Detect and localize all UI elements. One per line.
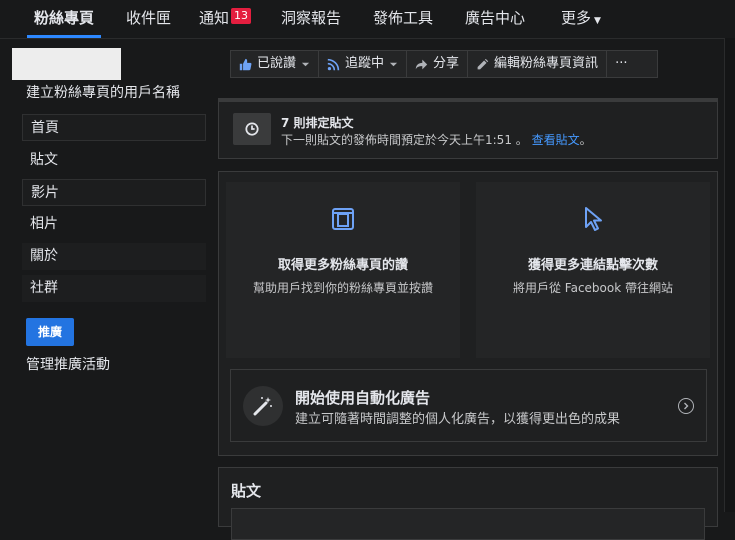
- create-post-box[interactable]: [231, 508, 705, 540]
- pencil-icon: [477, 58, 489, 69]
- automated-ads-title: 開始使用自動化廣告: [295, 389, 431, 407]
- tab-publishing-tools[interactable]: 發佈工具: [373, 0, 433, 38]
- chevron-down-icon: [301, 62, 310, 66]
- cursor-pointer-icon: [585, 207, 602, 231]
- scheduled-posts-title: 7 則排定貼文: [281, 116, 354, 130]
- page-username[interactable]: 建立粉絲專頁的用戶名稱: [26, 82, 180, 102]
- liked-button[interactable]: 已說讚: [231, 51, 320, 77]
- share-arrow-icon: [415, 59, 428, 69]
- sidebar-item-about[interactable]: 關於: [22, 243, 206, 270]
- rss-feed-icon: [327, 58, 340, 70]
- suggestion-card-link-clicks[interactable]: 獲得更多連結點擊次數 將用戶從 Facebook 帶往網站: [476, 182, 710, 358]
- top-navigation: 粉絲專頁 收件匣 通知 13 洞察報告 發佈工具 廣告中心 更多 ▼: [0, 0, 735, 39]
- chevron-right-icon[interactable]: [678, 398, 694, 414]
- chevron-down-icon: [389, 62, 398, 66]
- tab-page[interactable]: 粉絲專頁: [26, 0, 102, 38]
- edit-page-info-button[interactable]: 編輯粉絲專頁資訊: [468, 51, 608, 77]
- sidebar-item-home[interactable]: 首頁: [22, 114, 206, 141]
- scheduled-posts-subtitle: 下一則貼文的發佈時間預定於今天上午1:51 。 查看貼文。: [281, 133, 592, 147]
- tab-ad-center[interactable]: 廣告中心: [465, 0, 525, 38]
- tab-insights[interactable]: 洞察報告: [281, 0, 341, 38]
- caret-down-icon: ▼: [594, 16, 601, 26]
- right-panel-edge: [724, 38, 735, 512]
- page-action-bar: 已說讚 追蹤中 分享 編輯粉絲專頁資訊 ···: [230, 50, 658, 78]
- automated-ads-subtitle: 建立可隨著時間調整的個人化廣告，以獲得更出色的成果: [295, 412, 621, 427]
- page-profile-picture[interactable]: [12, 48, 121, 80]
- sidebar-item-photos[interactable]: 相片: [22, 211, 206, 238]
- suggestion-card-get-likes[interactable]: 取得更多粉絲專頁的讚 幫助用戶找到你的粉絲專頁並按讚: [226, 182, 460, 358]
- posts-section: 貼文: [218, 467, 718, 540]
- share-button[interactable]: 分享: [407, 51, 469, 77]
- suggestion-title: 取得更多粉絲專頁的讚: [277, 258, 408, 273]
- tab-more[interactable]: 更多 ▼: [561, 0, 601, 38]
- thumbs-up-icon: [239, 58, 252, 70]
- notification-badge: 13: [231, 8, 252, 24]
- ellipsis-icon: ···: [615, 56, 628, 71]
- scheduled-posts-card: 7 則排定貼文 下一則貼文的發佈時間預定於今天上午1:51 。 查看貼文。: [218, 98, 718, 159]
- posts-title: 貼文: [231, 482, 262, 500]
- automated-ads-card[interactable]: 開始使用自動化廣告 建立可隨著時間調整的個人化廣告，以獲得更出色的成果: [230, 369, 707, 442]
- suggestion-subtitle: 將用戶從 Facebook 帶往網站: [512, 281, 673, 295]
- sidebar-item-posts[interactable]: 貼文: [22, 147, 206, 174]
- suggestion-subtitle: 幫助用戶找到你的粉絲專頁並按讚: [252, 281, 433, 295]
- sidebar-item-videos[interactable]: 影片: [22, 179, 206, 206]
- magic-wand-icon: [243, 386, 283, 426]
- following-button[interactable]: 追蹤中: [319, 51, 408, 77]
- manage-promotions-link[interactable]: 管理推廣活動: [26, 354, 110, 374]
- promote-button[interactable]: 推廣: [26, 318, 74, 346]
- suggestion-title: 獲得更多連結點擊次數: [527, 258, 658, 273]
- view-posts-link[interactable]: 查看貼文: [532, 133, 580, 147]
- sidebar-item-community[interactable]: 社群: [22, 275, 206, 302]
- clock-icon: [233, 113, 271, 145]
- tab-notifications[interactable]: 通知 13: [199, 0, 252, 38]
- page-frame-icon: [332, 208, 354, 230]
- more-options-button[interactable]: ···: [607, 51, 635, 77]
- tab-inbox[interactable]: 收件匣: [126, 0, 171, 38]
